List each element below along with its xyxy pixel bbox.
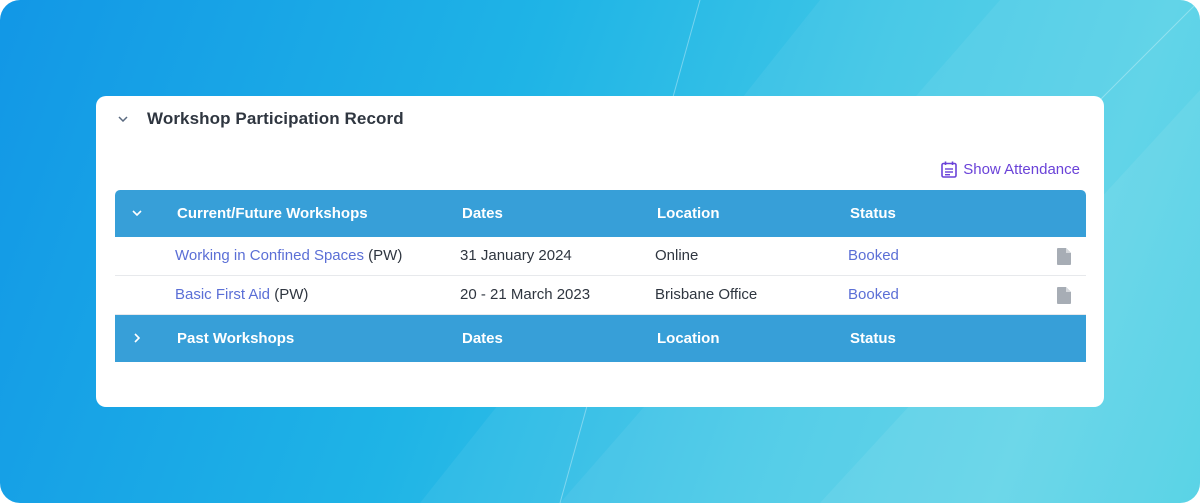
status-link[interactable]: Booked: [848, 286, 899, 303]
chevron-down-icon[interactable]: [116, 112, 130, 126]
header-status: Status: [850, 330, 896, 347]
card-title: Workshop Participation Record: [147, 109, 404, 128]
header-location: Location: [657, 330, 720, 347]
header-location: Location: [657, 205, 720, 222]
workshop-link[interactable]: Working in Confined Spaces: [175, 247, 364, 264]
location-cell: Brisbane Office: [655, 286, 758, 303]
table-row: Working in Confined Spaces (PW) 31 Janua…: [115, 237, 1086, 276]
workshop-suffix: (PW): [364, 247, 403, 264]
table-row: Basic First Aid (PW) 20 - 21 March 2023 …: [115, 276, 1086, 315]
header-status: Status: [850, 205, 896, 222]
card-header[interactable]: Workshop Participation Record: [96, 96, 1104, 144]
chevron-right-icon[interactable]: [129, 330, 145, 346]
show-attendance-label: Show Attendance: [963, 161, 1080, 178]
header-past-workshops: Past Workshops: [177, 330, 295, 347]
workshop-suffix: (PW): [270, 286, 309, 303]
header-dates: Dates: [462, 205, 503, 222]
calendar-list-icon: [941, 161, 958, 178]
header-current-workshops: Current/Future Workshops: [177, 205, 368, 222]
dates-cell: 31 January 2024: [460, 247, 572, 264]
show-attendance-button[interactable]: Show Attendance: [941, 161, 1080, 178]
document-icon[interactable]: [1057, 248, 1071, 265]
header-dates: Dates: [462, 330, 503, 347]
workshops-table: Current/Future Workshops Dates Location …: [115, 190, 1086, 362]
dates-cell: 20 - 21 March 2023: [460, 286, 591, 303]
workshop-record-card: Workshop Participation Record Show Atten…: [96, 96, 1104, 407]
workshop-name-cell: Basic First Aid (PW): [175, 286, 308, 303]
current-workshops-header[interactable]: Current/Future Workshops Dates Location …: [115, 190, 1086, 237]
workshop-name-cell: Working in Confined Spaces (PW): [175, 247, 402, 264]
past-workshops-header[interactable]: Past Workshops Dates Location Status: [115, 315, 1086, 362]
workshop-link[interactable]: Basic First Aid: [175, 286, 270, 303]
document-icon[interactable]: [1057, 287, 1071, 304]
status-link[interactable]: Booked: [848, 247, 899, 264]
chevron-down-icon[interactable]: [129, 205, 145, 221]
location-cell: Online: [655, 247, 699, 264]
